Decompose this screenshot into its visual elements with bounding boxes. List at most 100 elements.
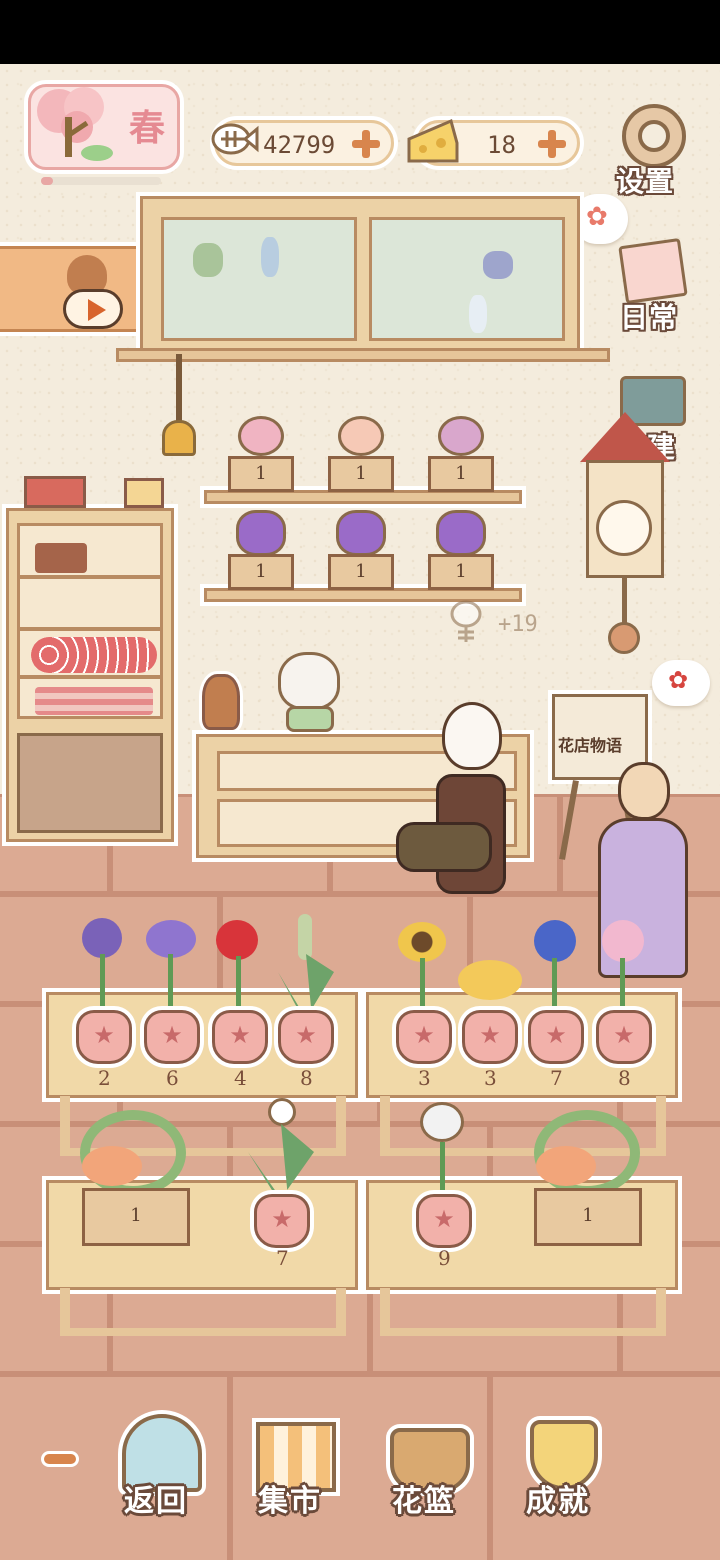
purple-rose-icon — [82, 918, 122, 958]
flower-basket-crate[interactable]: 1 — [328, 508, 394, 590]
cherry-tree-icon — [37, 87, 113, 161]
red-poppy-icon — [216, 920, 258, 960]
potted-flower[interactable]: 8 — [592, 914, 656, 1090]
bouquet-crate[interactable]: 1 — [328, 412, 394, 492]
chrysanthemum-icon — [458, 960, 522, 1000]
flower-basket-icon — [336, 510, 386, 556]
fish-bone-count: 42799 — [263, 131, 336, 159]
flower-wreath-crate[interactable]: 1 — [76, 1110, 192, 1250]
nav-back-label: 返回 — [124, 1484, 188, 1519]
vase-icon — [261, 237, 279, 277]
pink-lily-icon — [602, 920, 644, 962]
flower-stock-count: 8 — [300, 1066, 313, 1090]
video-reward-button[interactable] — [0, 246, 158, 332]
add-fish-bone-button[interactable] — [351, 129, 381, 159]
fish-bone-currency: 42799 — [211, 120, 394, 166]
potted-flower[interactable]: 9 — [408, 1100, 478, 1270]
clock-icon — [596, 500, 652, 556]
flower-stock-count: 7 — [276, 1246, 289, 1270]
cheese-icon — [407, 118, 459, 163]
collapse-nav-button[interactable] — [44, 1454, 76, 1464]
potted-flower[interactable]: 8 — [274, 914, 338, 1090]
daily-label: 日常 — [620, 301, 679, 334]
cheese-count: 18 — [487, 131, 516, 159]
fish-reward-popup: +19 — [444, 596, 564, 656]
gift-boxes — [24, 448, 164, 510]
cuckoo-clock[interactable] — [580, 412, 670, 654]
add-cheese-button[interactable] — [537, 129, 567, 159]
potted-flower[interactable]: 6 — [140, 914, 204, 1090]
flower-stock-count: 3 — [484, 1066, 497, 1090]
vase-icon — [469, 295, 487, 333]
supply-shelf — [6, 508, 174, 842]
thread-spools-icon — [31, 637, 157, 673]
flower-basket-crate[interactable]: 1 — [228, 508, 294, 590]
gift-box-icon — [24, 476, 86, 508]
settings-button[interactable]: 设置 — [612, 100, 696, 198]
fish-bone-icon — [211, 123, 259, 155]
fabric-stack-icon — [35, 687, 153, 715]
table-legs-lower-right — [380, 1288, 666, 1336]
table-legs-lower-left — [60, 1288, 346, 1336]
status-bar — [0, 0, 720, 64]
storage-box-icon — [35, 543, 87, 573]
blue-flower-icon — [534, 920, 576, 962]
sunflower-icon — [398, 922, 446, 962]
customer-request-bubble[interactable]: ✿ — [652, 660, 710, 706]
vase-icon — [193, 243, 223, 277]
potted-flower[interactable]: 4 — [208, 914, 272, 1090]
lucky-cat-figurine — [202, 674, 240, 730]
nav-basket-button[interactable]: 花篮 — [382, 1414, 478, 1524]
nav-market-label: 集市 — [258, 1484, 322, 1519]
daily-button[interactable]: 日常 — [612, 236, 696, 334]
shop-bell[interactable] — [160, 354, 200, 474]
white-narcissus-icon — [268, 1098, 296, 1126]
flower-stock-count: 2 — [98, 1066, 111, 1090]
note-icon — [618, 237, 688, 305]
game-scene: 春 42799 18 设置 ✿ 日常 扩建 1 1 1 1 1 1 +19 花店… — [0, 0, 720, 1560]
potted-flower[interactable]: 7 — [524, 914, 588, 1090]
nav-back-button[interactable]: 返回 — [114, 1414, 210, 1524]
bouquet-icon — [238, 416, 284, 456]
bouquet-crate[interactable]: 1 — [228, 412, 294, 492]
flower-stock-count: 6 — [166, 1066, 179, 1090]
bell-icon — [162, 420, 196, 456]
play-icon — [63, 289, 123, 329]
flower-stock-count: 9 — [438, 1246, 451, 1270]
nav-market-button[interactable]: 集市 — [248, 1414, 344, 1524]
season-label: 春 — [128, 107, 165, 149]
flower-basket-icon — [436, 510, 486, 556]
settings-label: 设置 — [616, 165, 675, 198]
bouquet-shelf-top — [204, 490, 522, 504]
cheese-currency: 18 — [407, 118, 580, 166]
potted-flower[interactable]: 3 — [458, 914, 522, 1090]
white-rose-icon — [420, 1102, 464, 1142]
flower-basket-icon — [236, 510, 286, 556]
flower-stock-count: 4 — [234, 1066, 247, 1090]
gift-box-icon — [124, 478, 164, 508]
cattail-icon — [298, 914, 312, 960]
bouquet-crate[interactable]: 1 — [428, 412, 494, 492]
potted-flower[interactable]: 3 — [392, 914, 456, 1090]
aster-icon — [146, 920, 196, 958]
flower-basket-crate[interactable]: 1 — [428, 508, 494, 590]
customer-fox[interactable] — [396, 690, 526, 940]
bouquet-icon — [438, 416, 484, 456]
fish-reward-amount: +19 — [498, 612, 538, 637]
potted-flower[interactable]: 2 — [72, 914, 136, 1090]
vase-icon — [483, 251, 513, 279]
season-progress — [41, 177, 161, 185]
flower-icon: ✿ — [586, 202, 608, 232]
red-flower-icon: ✿ — [668, 666, 689, 694]
fish-bone-icon — [450, 600, 482, 642]
shopkeeper-cat[interactable] — [274, 646, 346, 732]
bouquet-icon — [338, 416, 384, 456]
nav-achievements-button[interactable]: 成就 — [516, 1414, 612, 1524]
potted-flower[interactable]: 7 — [246, 1098, 316, 1270]
flower-stock-count: 8 — [618, 1066, 631, 1090]
wall-cabinet — [140, 196, 580, 356]
nav-basket-label: 花篮 — [392, 1484, 456, 1519]
flower-wreath-crate[interactable]: 1 — [530, 1110, 646, 1250]
season-badge[interactable]: 春 — [28, 84, 180, 185]
flower-stock-count: 3 — [418, 1066, 431, 1090]
